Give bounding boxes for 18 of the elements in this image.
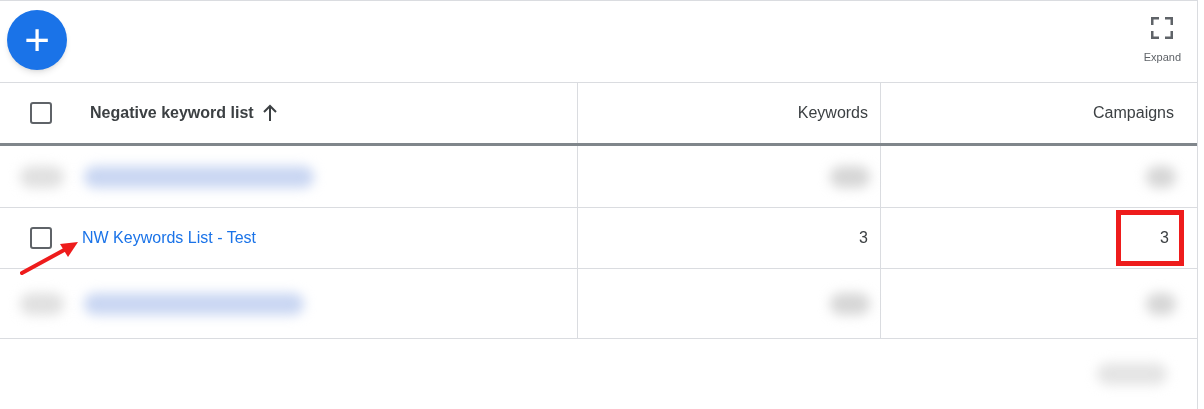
expand-button[interactable]: Expand (1143, 17, 1181, 66)
add-button[interactable]: + (7, 10, 67, 70)
checkbox[interactable] (30, 102, 52, 124)
blurred-text (20, 165, 64, 188)
column-header[interactable]: Keywords (797, 101, 868, 125)
blurred-text (20, 292, 64, 315)
column-header[interactable]: Campaigns (1093, 101, 1174, 125)
keyword-count: 3 (859, 228, 868, 248)
column-header[interactable]: Negative keyword list (90, 101, 254, 125)
list-name-link[interactable]: NW Keywords List - Test (82, 226, 256, 250)
blurred-text (830, 292, 870, 315)
blurred-text (1146, 292, 1176, 315)
blurred-text (830, 165, 870, 188)
blurred-text (1146, 165, 1176, 188)
checkbox[interactable] (30, 227, 52, 249)
expand-icon (1151, 17, 1174, 39)
campaign-count: 3 (1116, 210, 1184, 266)
sort-arrow-icon[interactable] (261, 104, 278, 122)
